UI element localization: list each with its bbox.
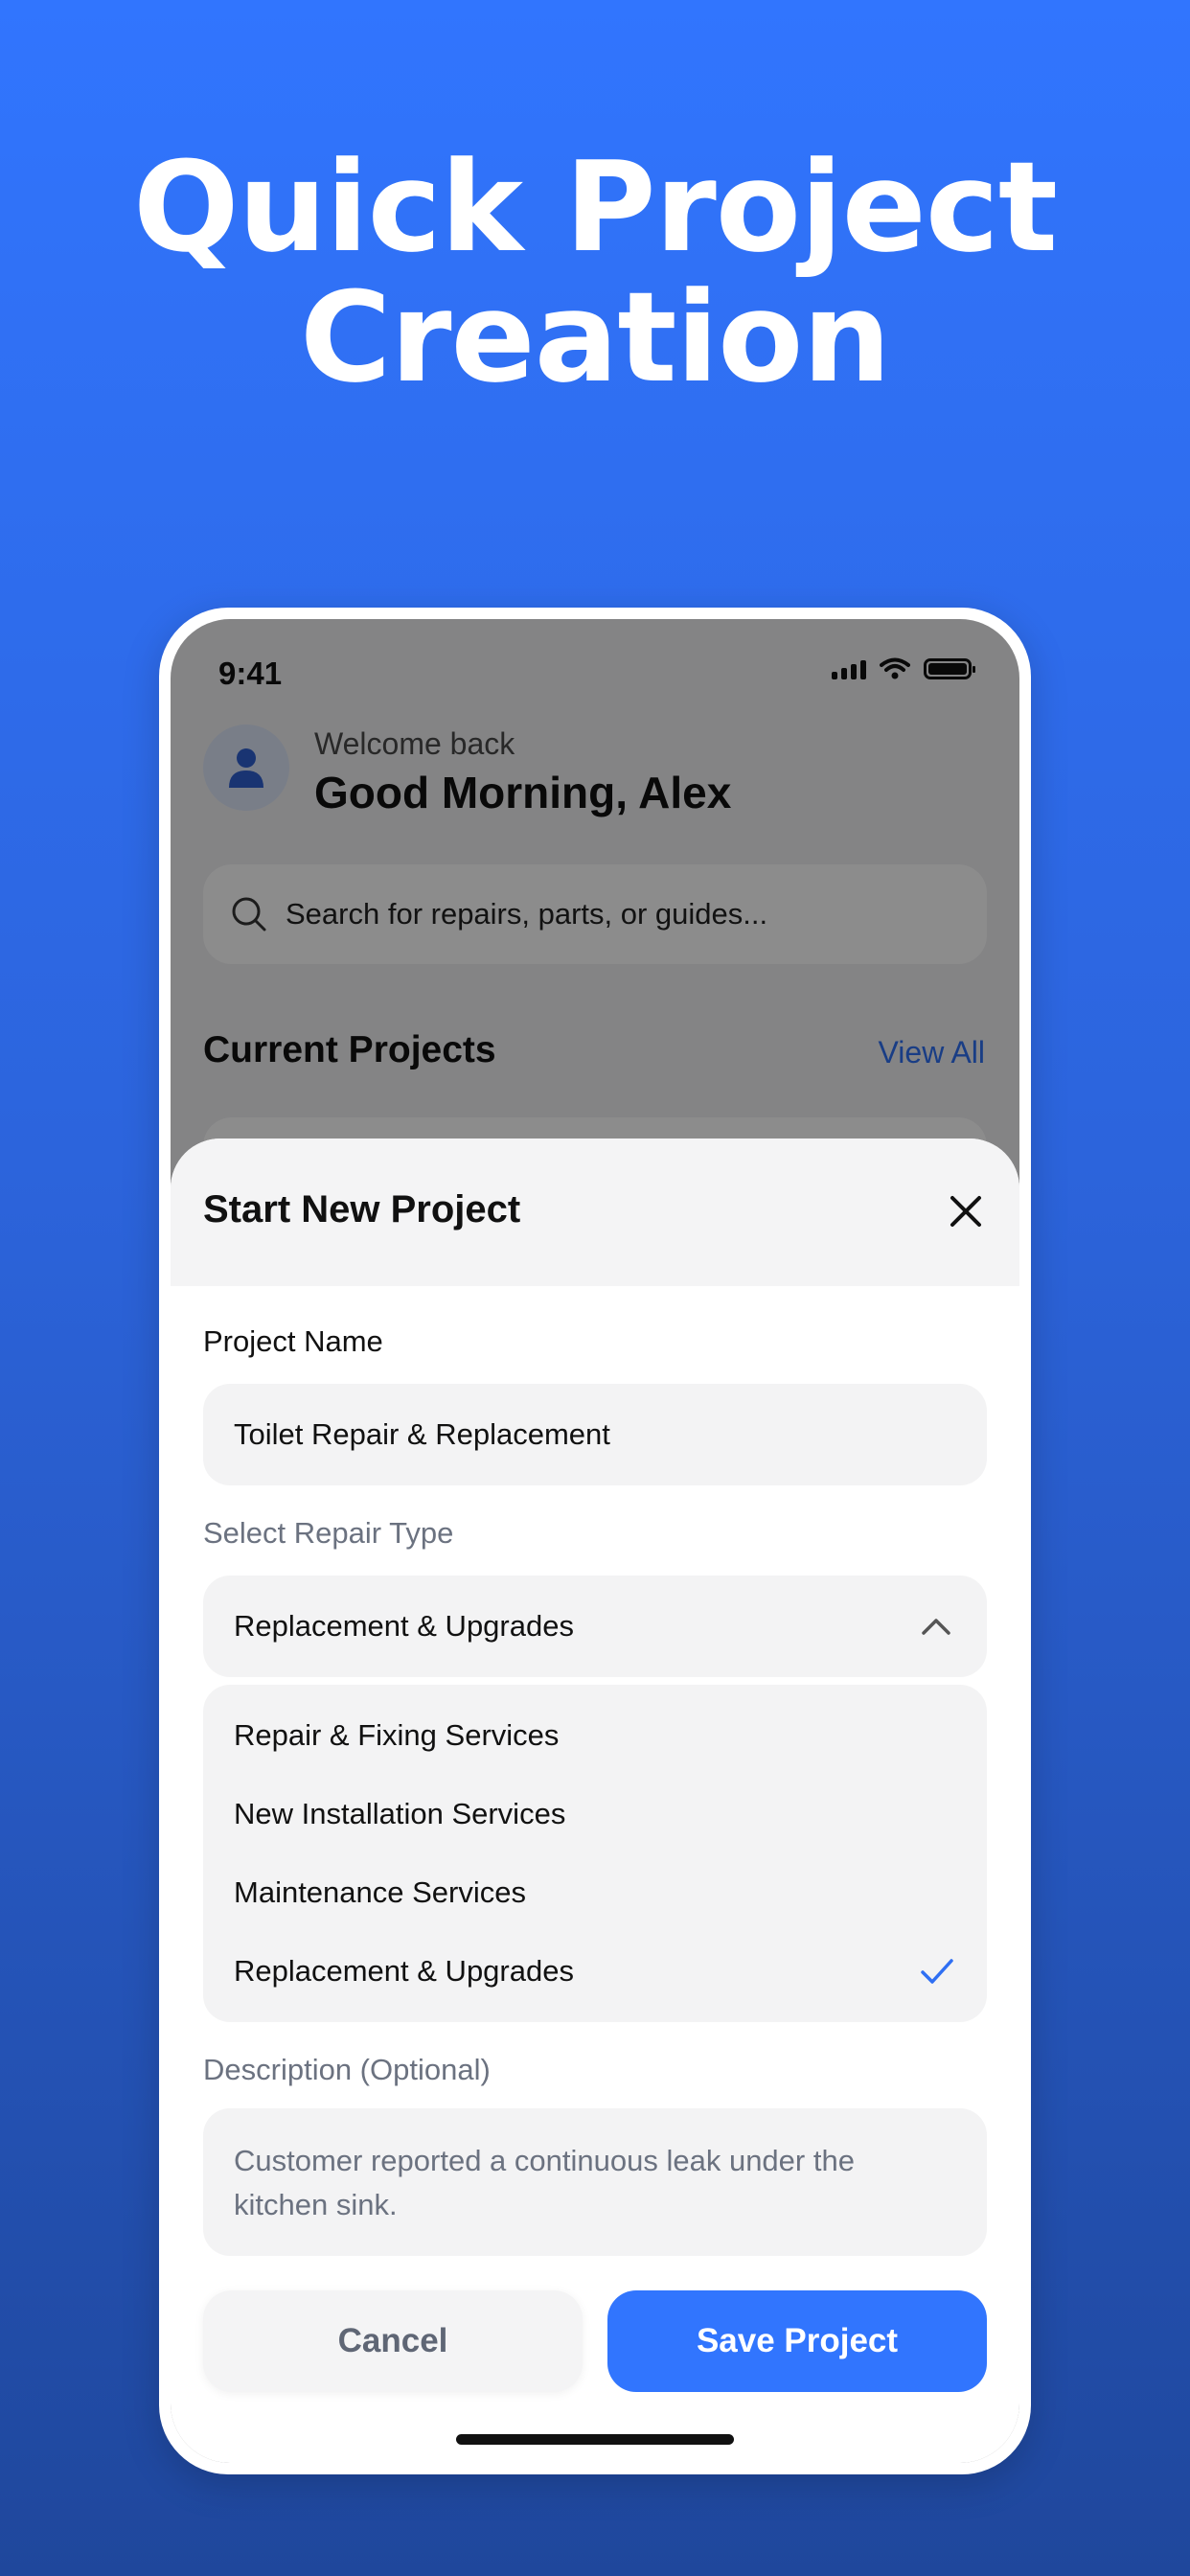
- repair-type-options: Repair & Fixing Services New Installatio…: [203, 1685, 987, 2022]
- option-label: New Installation Services: [234, 1797, 566, 1830]
- project-name-input[interactable]: Toilet Repair & Replacement: [203, 1384, 987, 1485]
- option-replacement-upgrades[interactable]: Replacement & Upgrades: [203, 1932, 987, 2011]
- option-new-installation[interactable]: New Installation Services: [203, 1775, 987, 1853]
- option-label: Maintenance Services: [234, 1875, 526, 1909]
- sheet-title: Start New Project: [203, 1188, 521, 1230]
- close-icon: [950, 1196, 981, 1227]
- headline-line-1: Quick Project: [132, 134, 1058, 280]
- new-project-sheet: Start New Project Project Name Toilet Re…: [171, 1138, 1019, 2463]
- phone-screen: 9:41 Welcome back Good Morning, Alex Sea…: [171, 619, 1019, 2463]
- repair-type-dropdown[interactable]: Replacement & Upgrades: [203, 1576, 987, 1677]
- repair-type-label: Select Repair Type: [203, 1516, 454, 1550]
- option-label: Replacement & Upgrades: [234, 1954, 574, 1988]
- close-button[interactable]: [945, 1190, 987, 1232]
- description-input[interactable]: Customer reported a continuous leak unde…: [203, 2108, 987, 2256]
- project-name-label: Project Name: [203, 1324, 383, 1358]
- headline-line-2: Creation: [300, 264, 891, 410]
- cancel-button[interactable]: Cancel: [203, 2290, 583, 2392]
- project-name-value: Toilet Repair & Replacement: [234, 1417, 610, 1451]
- option-maintenance[interactable]: Maintenance Services: [203, 1853, 987, 1932]
- sheet-header: Start New Project: [171, 1138, 1019, 1286]
- description-value: Customer reported a continuous leak unde…: [234, 2144, 855, 2221]
- description-label: Description (Optional): [203, 2053, 491, 2086]
- chevron-up-icon: [922, 1619, 950, 1635]
- repair-type-selected: Replacement & Upgrades: [234, 1609, 574, 1643]
- home-indicator[interactable]: [456, 2434, 734, 2445]
- phone-frame: 9:41 Welcome back Good Morning, Alex Sea…: [159, 608, 1031, 2474]
- save-project-button[interactable]: Save Project: [607, 2290, 987, 2392]
- option-label: Repair & Fixing Services: [234, 1718, 560, 1752]
- checkmark-icon: [921, 1959, 953, 1984]
- option-repair-fixing[interactable]: Repair & Fixing Services: [203, 1696, 987, 1775]
- marketing-headline: Quick Project Creation: [0, 142, 1190, 402]
